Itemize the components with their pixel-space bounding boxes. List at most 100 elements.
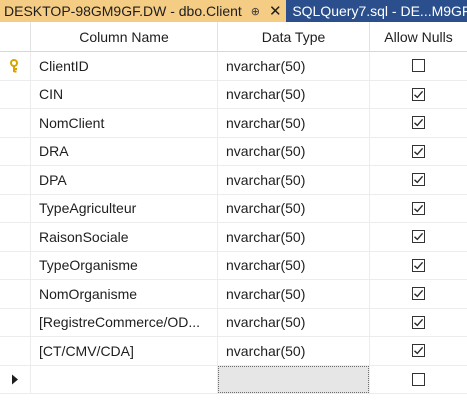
row-selector-header [0, 22, 31, 51]
tab-label: DESKTOP-98GM9GF.DW - dbo.Client [4, 3, 242, 19]
data-type-cell[interactable]: nvarchar(50) [218, 337, 370, 365]
checkmark-icon [414, 147, 424, 156]
table-row[interactable]: TypeAgriculteur nvarchar(50) [0, 194, 467, 223]
table-row[interactable]: [CT/CMV/CDA] nvarchar(50) [0, 337, 467, 366]
row-selector[interactable] [0, 337, 31, 365]
grid-rows: ClientID nvarchar(50) CIN nvarchar(50) NomCl… [0, 52, 467, 394]
column-name-cell[interactable]: [RegistreCommerce/OD... [31, 308, 218, 336]
checkmark-icon [414, 119, 424, 127]
row-selector[interactable] [0, 365, 31, 393]
allow-nulls-cell[interactable] [370, 252, 467, 280]
allow-nulls-checkbox[interactable] [412, 230, 425, 244]
close-icon[interactable]: ✕ [268, 3, 282, 20]
allow-nulls-checkbox[interactable] [412, 372, 425, 386]
current-row-arrow-icon [10, 373, 20, 385]
column-name-cell[interactable] [31, 365, 218, 393]
allow-nulls-cell[interactable] [370, 166, 467, 194]
document-tab-strip: DESKTOP-98GM9GF.DW - dbo.Client ⊕ ✕ SQLQ… [0, 0, 467, 22]
allow-nulls-checkbox[interactable] [412, 173, 425, 187]
data-type-cell[interactable]: nvarchar(50) [218, 194, 370, 222]
allow-nulls-checkbox[interactable] [412, 144, 425, 158]
column-name-cell[interactable]: TypeAgriculteur [31, 194, 218, 222]
allow-nulls-cell[interactable] [370, 337, 467, 365]
column-name-cell[interactable]: [CT/CMV/CDA] [31, 337, 218, 365]
data-type-cell[interactable]: nvarchar(50) [218, 251, 370, 279]
row-selector[interactable] [0, 194, 31, 222]
row-selector[interactable] [0, 280, 31, 308]
column-name-header[interactable]: Column Name [31, 22, 218, 51]
column-name-cell[interactable]: TypeOrganisme [31, 251, 218, 279]
table-designer-window: DESKTOP-98GM9GF.DW - dbo.Client ⊕ ✕ SQLQ… [0, 0, 467, 400]
data-type-cell[interactable] [218, 365, 370, 393]
allow-nulls-checkbox[interactable] [412, 315, 425, 329]
allow-nulls-cell[interactable] [370, 309, 467, 337]
new-row[interactable] [0, 365, 467, 394]
allow-nulls-cell[interactable] [370, 138, 467, 166]
allow-nulls-checkbox[interactable] [412, 201, 425, 215]
allow-nulls-cell[interactable] [370, 52, 467, 80]
data-type-cell[interactable]: nvarchar(50) [218, 308, 370, 336]
table-row[interactable]: ClientID nvarchar(50) [0, 52, 467, 81]
row-selector[interactable] [0, 166, 31, 194]
table-row[interactable]: CIN nvarchar(50) [0, 80, 467, 109]
table-row[interactable]: TypeOrganisme nvarchar(50) [0, 251, 467, 280]
checkmark-icon [414, 318, 424, 327]
row-selector[interactable] [0, 251, 31, 279]
column-designer-grid: Column Name Data Type Allow Nulls Client… [0, 22, 467, 400]
table-row[interactable]: [RegistreCommerce/OD... nvarchar(50) [0, 308, 467, 337]
allow-nulls-checkbox[interactable] [412, 87, 425, 101]
tab-dbo-client[interactable]: DESKTOP-98GM9GF.DW - dbo.Client ⊕ ✕ [0, 0, 287, 22]
row-selector[interactable] [0, 109, 31, 137]
pin-icon[interactable]: ⊕ [248, 4, 262, 18]
column-name-cell[interactable]: ClientID [31, 52, 218, 80]
allow-nulls-cell[interactable] [370, 81, 467, 109]
allow-nulls-cell[interactable] [370, 223, 467, 251]
allow-nulls-checkbox[interactable] [412, 287, 425, 301]
allow-nulls-cell[interactable] [370, 280, 467, 308]
checkmark-icon [414, 347, 424, 355]
tab-sqlquery7[interactable]: SQLQuery7.sql - DE...M9GF [286, 0, 467, 22]
allow-nulls-checkbox[interactable] [412, 258, 425, 272]
checkmark-icon [414, 233, 424, 241]
data-type-cell[interactable]: nvarchar(50) [218, 280, 370, 308]
column-name-cell[interactable]: DPA [31, 166, 218, 194]
primary-key-icon [8, 58, 22, 73]
data-type-cell[interactable]: nvarchar(50) [218, 109, 370, 137]
data-type-cell[interactable]: nvarchar(50) [218, 52, 370, 80]
checkmark-icon [414, 176, 424, 184]
allow-nulls-cell[interactable] [370, 195, 467, 223]
column-name-cell[interactable]: NomOrganisme [31, 280, 218, 308]
column-name-cell[interactable]: RaisonSociale [31, 223, 218, 251]
allow-nulls-cell[interactable] [370, 366, 467, 394]
data-type-header[interactable]: Data Type [218, 22, 370, 51]
table-row[interactable]: NomOrganisme nvarchar(50) [0, 280, 467, 309]
allow-nulls-cell[interactable] [370, 109, 467, 137]
row-selector[interactable] [0, 80, 31, 108]
row-selector[interactable] [0, 308, 31, 336]
column-name-cell[interactable]: CIN [31, 80, 218, 108]
table-row[interactable]: RaisonSociale nvarchar(50) [0, 223, 467, 252]
checkmark-icon [414, 261, 424, 270]
data-type-cell[interactable]: nvarchar(50) [218, 80, 370, 108]
table-row[interactable]: DPA nvarchar(50) [0, 166, 467, 195]
table-row[interactable]: NomClient nvarchar(50) [0, 109, 467, 138]
grid-header: Column Name Data Type Allow Nulls [0, 22, 467, 52]
allow-nulls-checkbox[interactable] [412, 116, 425, 130]
table-row[interactable]: DRA nvarchar(50) [0, 137, 467, 166]
allow-nulls-header[interactable]: Allow Nulls [370, 22, 467, 51]
data-type-editor[interactable] [218, 365, 369, 393]
column-name-cell[interactable]: DRA [31, 137, 218, 165]
tab-label: SQLQuery7.sql - DE...M9GF [292, 3, 467, 19]
column-name-cell[interactable]: NomClient [31, 109, 218, 137]
checkmark-icon [414, 290, 424, 298]
row-selector[interactable] [0, 137, 31, 165]
checkmark-icon [414, 204, 424, 213]
data-type-cell[interactable]: nvarchar(50) [218, 223, 370, 251]
data-type-cell[interactable]: nvarchar(50) [218, 137, 370, 165]
allow-nulls-checkbox[interactable] [412, 59, 425, 73]
checkmark-icon [414, 90, 424, 99]
row-selector[interactable] [0, 223, 31, 251]
allow-nulls-checkbox[interactable] [412, 344, 425, 358]
data-type-cell[interactable]: nvarchar(50) [218, 166, 370, 194]
row-selector[interactable] [0, 52, 31, 80]
